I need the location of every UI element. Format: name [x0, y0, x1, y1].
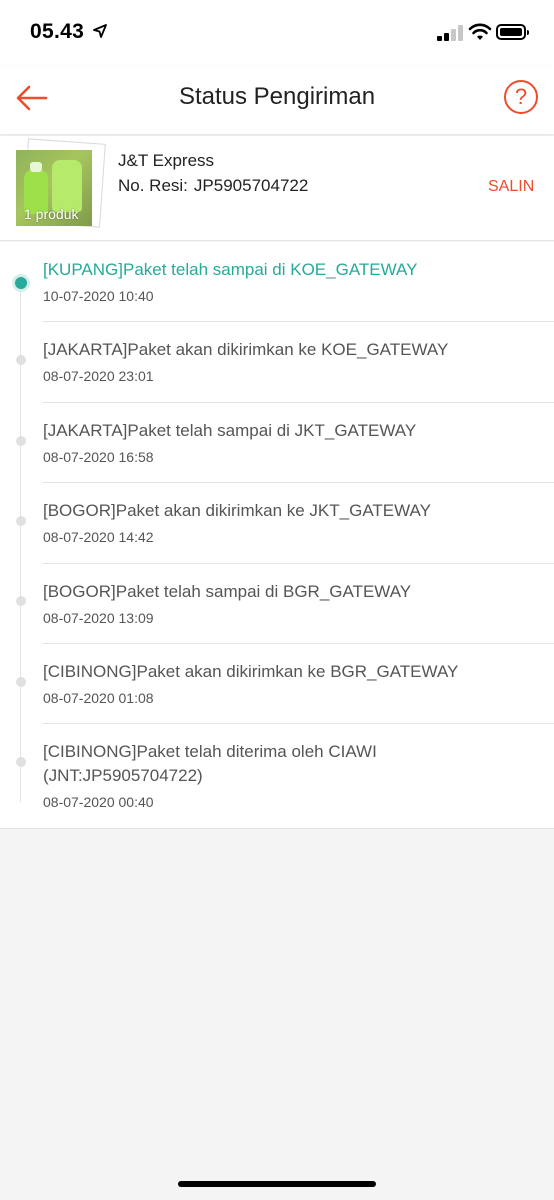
- tracking-timeline: [KUPANG]Paket telah sampai di KOE_GATEWA…: [0, 242, 554, 829]
- help-button[interactable]: ?: [504, 80, 538, 114]
- battery-icon: [496, 24, 529, 40]
- timeline-dot: [16, 516, 26, 526]
- timeline-dot: [16, 355, 26, 365]
- divider: [43, 723, 554, 724]
- event-description: [CIBINONG]Paket akan dikirimkan ke BGR_G…: [43, 662, 459, 681]
- event-timestamp: 08-07-2020 23:01: [43, 368, 154, 384]
- event-timestamp: 08-07-2020 01:08: [43, 690, 154, 706]
- divider: [43, 482, 554, 483]
- wifi-icon: [468, 23, 492, 40]
- event-description: [JAKARTA]Paket telah sampai di JKT_GATEW…: [43, 421, 417, 440]
- tracking-number-row: No. Resi: JP5905704722: [118, 176, 308, 196]
- timeline-dot: [16, 596, 26, 606]
- divider: [43, 321, 554, 322]
- timeline-dot: [16, 436, 26, 446]
- event-timestamp: 08-07-2020 14:42: [43, 529, 154, 545]
- divider: [43, 563, 554, 564]
- event-description: [BOGOR]Paket telah sampai di BGR_GATEWAY: [43, 582, 412, 601]
- tracking-number-label: No. Resi:: [118, 176, 188, 195]
- event-description: [CIBINONG]Paket telah diterima oleh CIAW…: [43, 742, 377, 785]
- courier-name: J&T Express: [118, 151, 215, 170]
- product-image-shape: [52, 160, 82, 212]
- event-timestamp: 08-07-2020 16:58: [43, 449, 154, 465]
- status-bar: 05.43: [0, 0, 554, 66]
- location-arrow-icon: [93, 24, 107, 38]
- home-indicator[interactable]: [178, 1181, 376, 1187]
- divider: [43, 643, 554, 644]
- divider: [43, 402, 554, 403]
- shipment-card: 1 produk J&T Express No. Resi: JP59057047…: [0, 136, 554, 241]
- product-count-label: 1 produk: [24, 206, 79, 222]
- product-thumbnail[interactable]: 1 produk: [16, 150, 92, 226]
- tracking-number-value: JP5905704722: [193, 176, 309, 195]
- page-title: Status Pengiriman: [178, 83, 376, 110]
- event-description: [BOGOR]Paket akan dikirimkan ke JKT_GATE…: [43, 501, 431, 520]
- event-timestamp: 08-07-2020 13:09: [43, 610, 154, 626]
- navigation-bar: Status Pengiriman ?: [0, 66, 554, 134]
- event-description: [KUPANG]Paket telah sampai di KOE_GATEWA…: [43, 260, 418, 279]
- event-description: [JAKARTA]Paket akan dikirimkan ke KOE_GA…: [43, 340, 449, 359]
- product-image-shape: [30, 162, 42, 172]
- cellular-signal-icon: [437, 25, 463, 41]
- status-time: 05.43: [30, 20, 85, 43]
- event-timestamp: 08-07-2020 00:40: [43, 794, 154, 810]
- event-timestamp: 10-07-2020 10:40: [43, 288, 154, 304]
- timeline-dot-active: [15, 277, 27, 289]
- copy-button[interactable]: SALIN: [488, 178, 534, 196]
- timeline-dot: [16, 677, 26, 687]
- timeline-dot: [16, 757, 26, 767]
